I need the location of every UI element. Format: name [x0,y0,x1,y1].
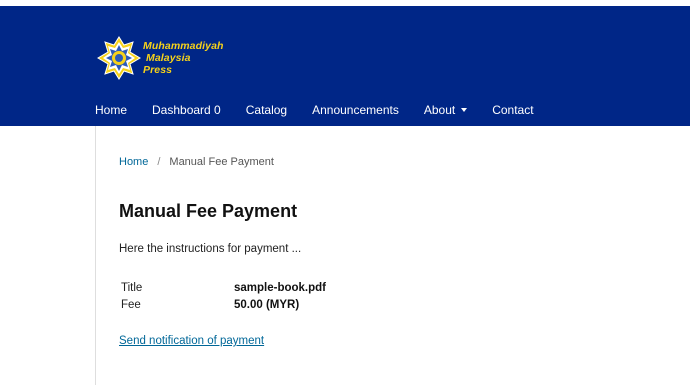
site-logo[interactable]: Muhammadiyah Malaysia Press [97,32,224,84]
content-left-border [95,126,96,385]
logo-line-2: Malaysia [146,52,191,64]
detail-row-title: Title sample-book.pdf [121,279,326,296]
detail-label: Fee [121,298,141,311]
nav-announcements[interactable]: Announcements [312,103,399,117]
detail-row-fee: Fee 50.00 (MYR) [121,296,326,313]
detail-value: sample-book.pdf [234,281,327,294]
chevron-down-icon [461,108,468,113]
logo-line-3: Press [143,64,173,76]
page-title: Manual Fee Payment [119,201,298,221]
detail-value: 50.00 (MYR) [234,298,300,311]
nav-about-label: About [423,103,456,117]
nav-catalog[interactable]: Catalog [246,103,287,117]
main-nav: Home Dashboard 0 Catalog Announcements A… [95,96,559,124]
breadcrumb-separator: / [157,156,161,168]
detail-label: Title [121,281,143,294]
star-emblem-icon [97,36,141,80]
nav-home[interactable]: Home [95,103,127,117]
breadcrumb: Home / Manual Fee Payment [119,156,274,168]
payment-instructions: Here the instructions for payment ... [119,243,302,255]
nav-about[interactable]: About [423,103,468,117]
breadcrumb-home-link[interactable]: Home [119,156,148,168]
nav-contact[interactable]: Contact [492,103,533,117]
logo-line-1: Muhammadiyah [143,40,224,52]
payment-details: Title sample-book.pdf Fee 50.00 (MYR) [121,279,326,313]
nav-dashboard[interactable]: Dashboard 0 [152,103,221,117]
logo-wordmark: Muhammadiyah Malaysia Press [143,40,224,76]
breadcrumb-current: Manual Fee Payment [169,156,274,168]
send-notification-link[interactable]: Send notification of payment [119,335,264,347]
